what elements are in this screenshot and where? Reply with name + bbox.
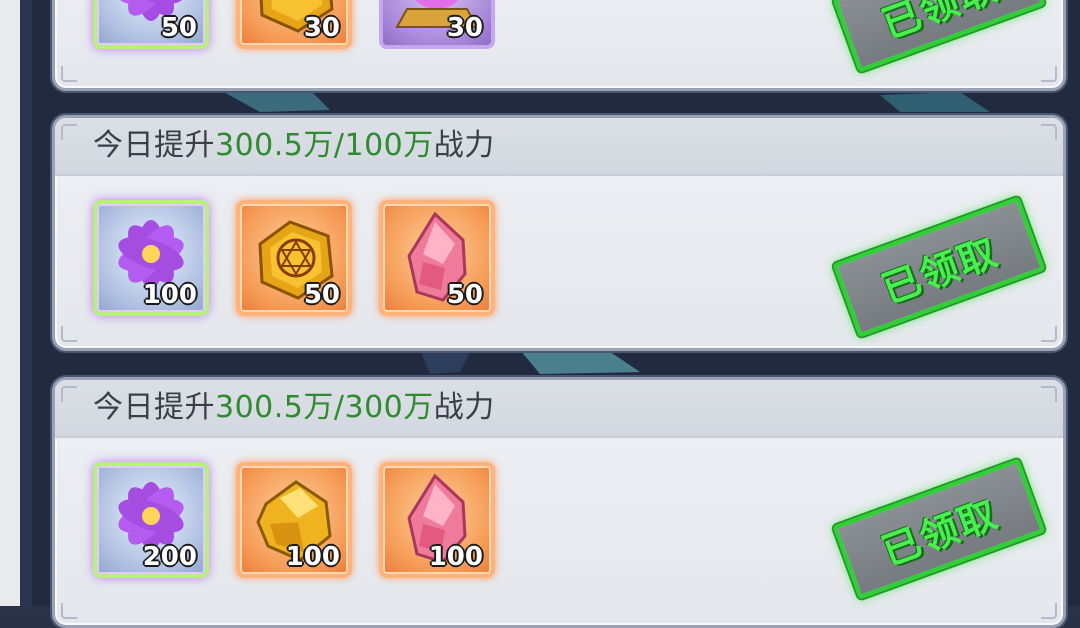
item-quantity: 100 — [142, 280, 197, 310]
item-quantity: 50 — [303, 280, 340, 310]
reward-item-gold-rune-stone[interactable]: 30 — [236, 0, 352, 49]
reward-item-purple-flower[interactable]: 50 — [93, 0, 209, 49]
corner-ornament — [61, 386, 77, 402]
corner-ornament — [61, 124, 77, 140]
reward-item-gold-rune-stone[interactable]: 50 — [236, 200, 352, 316]
corner-ornament — [61, 66, 77, 82]
item-quantity: 100 — [285, 542, 340, 572]
claimed-stamp: 已领取 — [832, 0, 1046, 73]
claimed-stamp: 已领取 — [832, 458, 1046, 600]
card-title: 今日提升300.5万/300万战力 — [93, 388, 495, 428]
corner-ornament — [1041, 124, 1057, 140]
item-quantity: 50 — [446, 280, 483, 310]
reward-card-1: 50 30 30 已领取 — [52, 0, 1066, 91]
corner-ornament — [1041, 326, 1057, 342]
corner-ornament — [1041, 603, 1057, 619]
title-suffix: 战力 — [433, 128, 495, 163]
title-progress: 300.5万/100万 — [215, 128, 434, 163]
claimed-stamp-label: 已领取 — [876, 0, 1005, 47]
item-quantity: 30 — [303, 13, 340, 43]
title-suffix: 战力 — [433, 390, 495, 425]
claimed-stamp: 已领取 — [832, 196, 1046, 338]
title-prefix: 今日提升 — [93, 390, 215, 425]
title-progress: 300.5万/300万 — [215, 390, 434, 425]
claimed-stamp-label: 已领取 — [876, 229, 1005, 312]
card-header: 今日提升300.5万/100万战力 — [55, 118, 1063, 176]
corner-ornament — [1041, 386, 1057, 402]
corner-ornament — [1041, 66, 1057, 82]
card-title: 今日提升300.5万/100万战力 — [93, 126, 495, 166]
card-header: 今日提升300.5万/300万战力 — [55, 380, 1063, 438]
item-quantity: 200 — [142, 542, 197, 572]
reward-item-purple-flower[interactable]: 100 — [93, 200, 209, 316]
corner-ornament — [61, 326, 77, 342]
reward-item-pink-crystal[interactable]: 50 — [379, 200, 495, 316]
item-quantity: 100 — [428, 542, 483, 572]
reward-card-2: 今日提升300.5万/100万战力 100 50 50 已领取 — [52, 115, 1066, 351]
item-quantity: 30 — [446, 13, 483, 43]
reward-item-crystal-ball[interactable]: 30 — [379, 0, 495, 49]
reward-item-pink-crystal[interactable]: 100 — [379, 462, 495, 578]
reward-item-purple-flower[interactable]: 200 — [93, 462, 209, 578]
corner-ornament — [61, 603, 77, 619]
reward-card-3: 今日提升300.5万/300万战力 200 100 100 已领取 — [52, 377, 1066, 628]
claimed-stamp-label: 已领取 — [876, 491, 1005, 574]
reward-item-gold-ore[interactable]: 100 — [236, 462, 352, 578]
item-quantity: 50 — [160, 13, 197, 43]
title-prefix: 今日提升 — [93, 128, 215, 163]
